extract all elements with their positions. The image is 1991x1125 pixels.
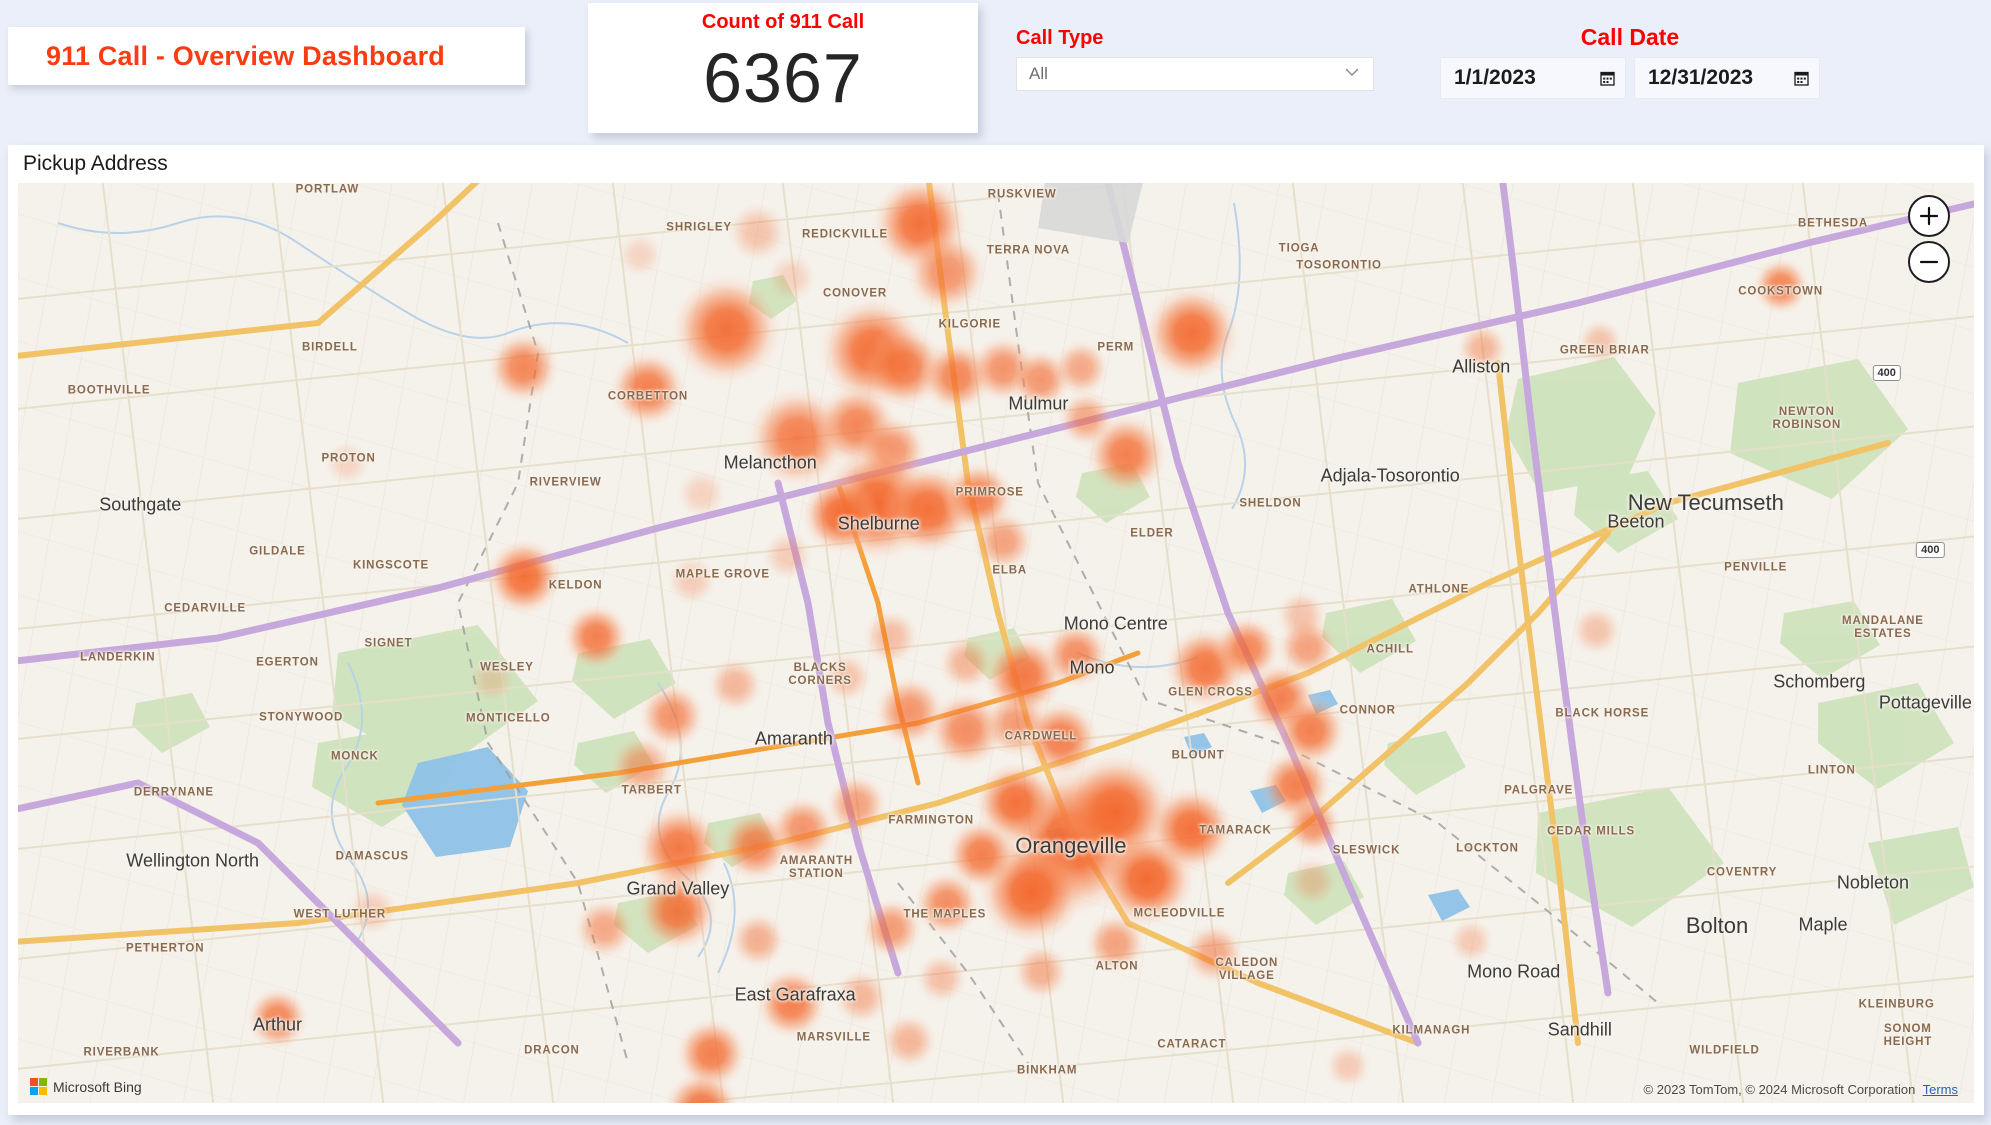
attribution-text: © 2023 TomTom, © 2024 Microsoft Corporat…	[1643, 1082, 1916, 1097]
map-panel: Pickup Address PORTLAW SHRIGLEY REDICKVI…	[8, 145, 1984, 1115]
map-zoom-in-button[interactable]	[1908, 195, 1950, 237]
highway-shields-layer: 400 400	[18, 183, 1974, 1103]
kpi-card-911-count: Count of 911 Call 6367	[588, 3, 978, 133]
call-date-label: Call Date	[1580, 24, 1680, 50]
call-type-slicer: Call Type All	[1016, 27, 1376, 91]
dashboard-page: 911 Call - Overview Dashboard Count of 9…	[0, 0, 1991, 1125]
call-type-selected-value: All	[1029, 64, 1048, 83]
dashboard-title-card: 911 Call - Overview Dashboard	[8, 27, 525, 85]
highway-shield: 400	[1872, 365, 1901, 382]
plus-icon	[1918, 205, 1940, 227]
microsoft-logo-icon	[30, 1078, 47, 1095]
map-visual-title: Pickup Address	[23, 152, 168, 175]
chevron-down-icon	[1345, 68, 1359, 76]
start-date-field[interactable]: 1/1/2023	[1440, 57, 1626, 99]
map-canvas[interactable]: PORTLAW SHRIGLEY REDICKVILLE RUSKVIEW TERRA …	[18, 183, 1974, 1103]
kpi-label: Count of 911 Call	[701, 11, 865, 33]
start-date-value: 1/1/2023	[1454, 66, 1536, 89]
page-title: 911 Call - Overview Dashboard	[46, 40, 445, 71]
call-type-dropdown[interactable]: All	[1016, 57, 1374, 91]
calendar-icon[interactable]	[1794, 70, 1809, 86]
end-date-value: 12/31/2023	[1648, 66, 1754, 89]
map-zoom-out-button[interactable]	[1908, 241, 1950, 283]
highway-shield: 400	[1916, 541, 1945, 558]
kpi-value: 6367	[703, 39, 863, 117]
terms-link[interactable]: Terms	[1923, 1082, 1958, 1097]
call-date-slicer: Call Date 1/1/2023 12/31/2023	[1440, 24, 1860, 99]
map-attribution: © 2023 TomTom, © 2024 Microsoft Corporat…	[1644, 1082, 1958, 1097]
end-date-field[interactable]: 12/31/2023	[1634, 57, 1820, 99]
bing-logo[interactable]: Microsoft Bing	[30, 1078, 142, 1095]
date-range-row: 1/1/2023 12/31/2023	[1440, 57, 1860, 99]
call-type-label: Call Type	[1016, 27, 1104, 49]
minus-icon	[1918, 251, 1940, 273]
bing-logo-label: Microsoft Bing	[53, 1078, 142, 1095]
calendar-icon[interactable]	[1600, 70, 1615, 86]
